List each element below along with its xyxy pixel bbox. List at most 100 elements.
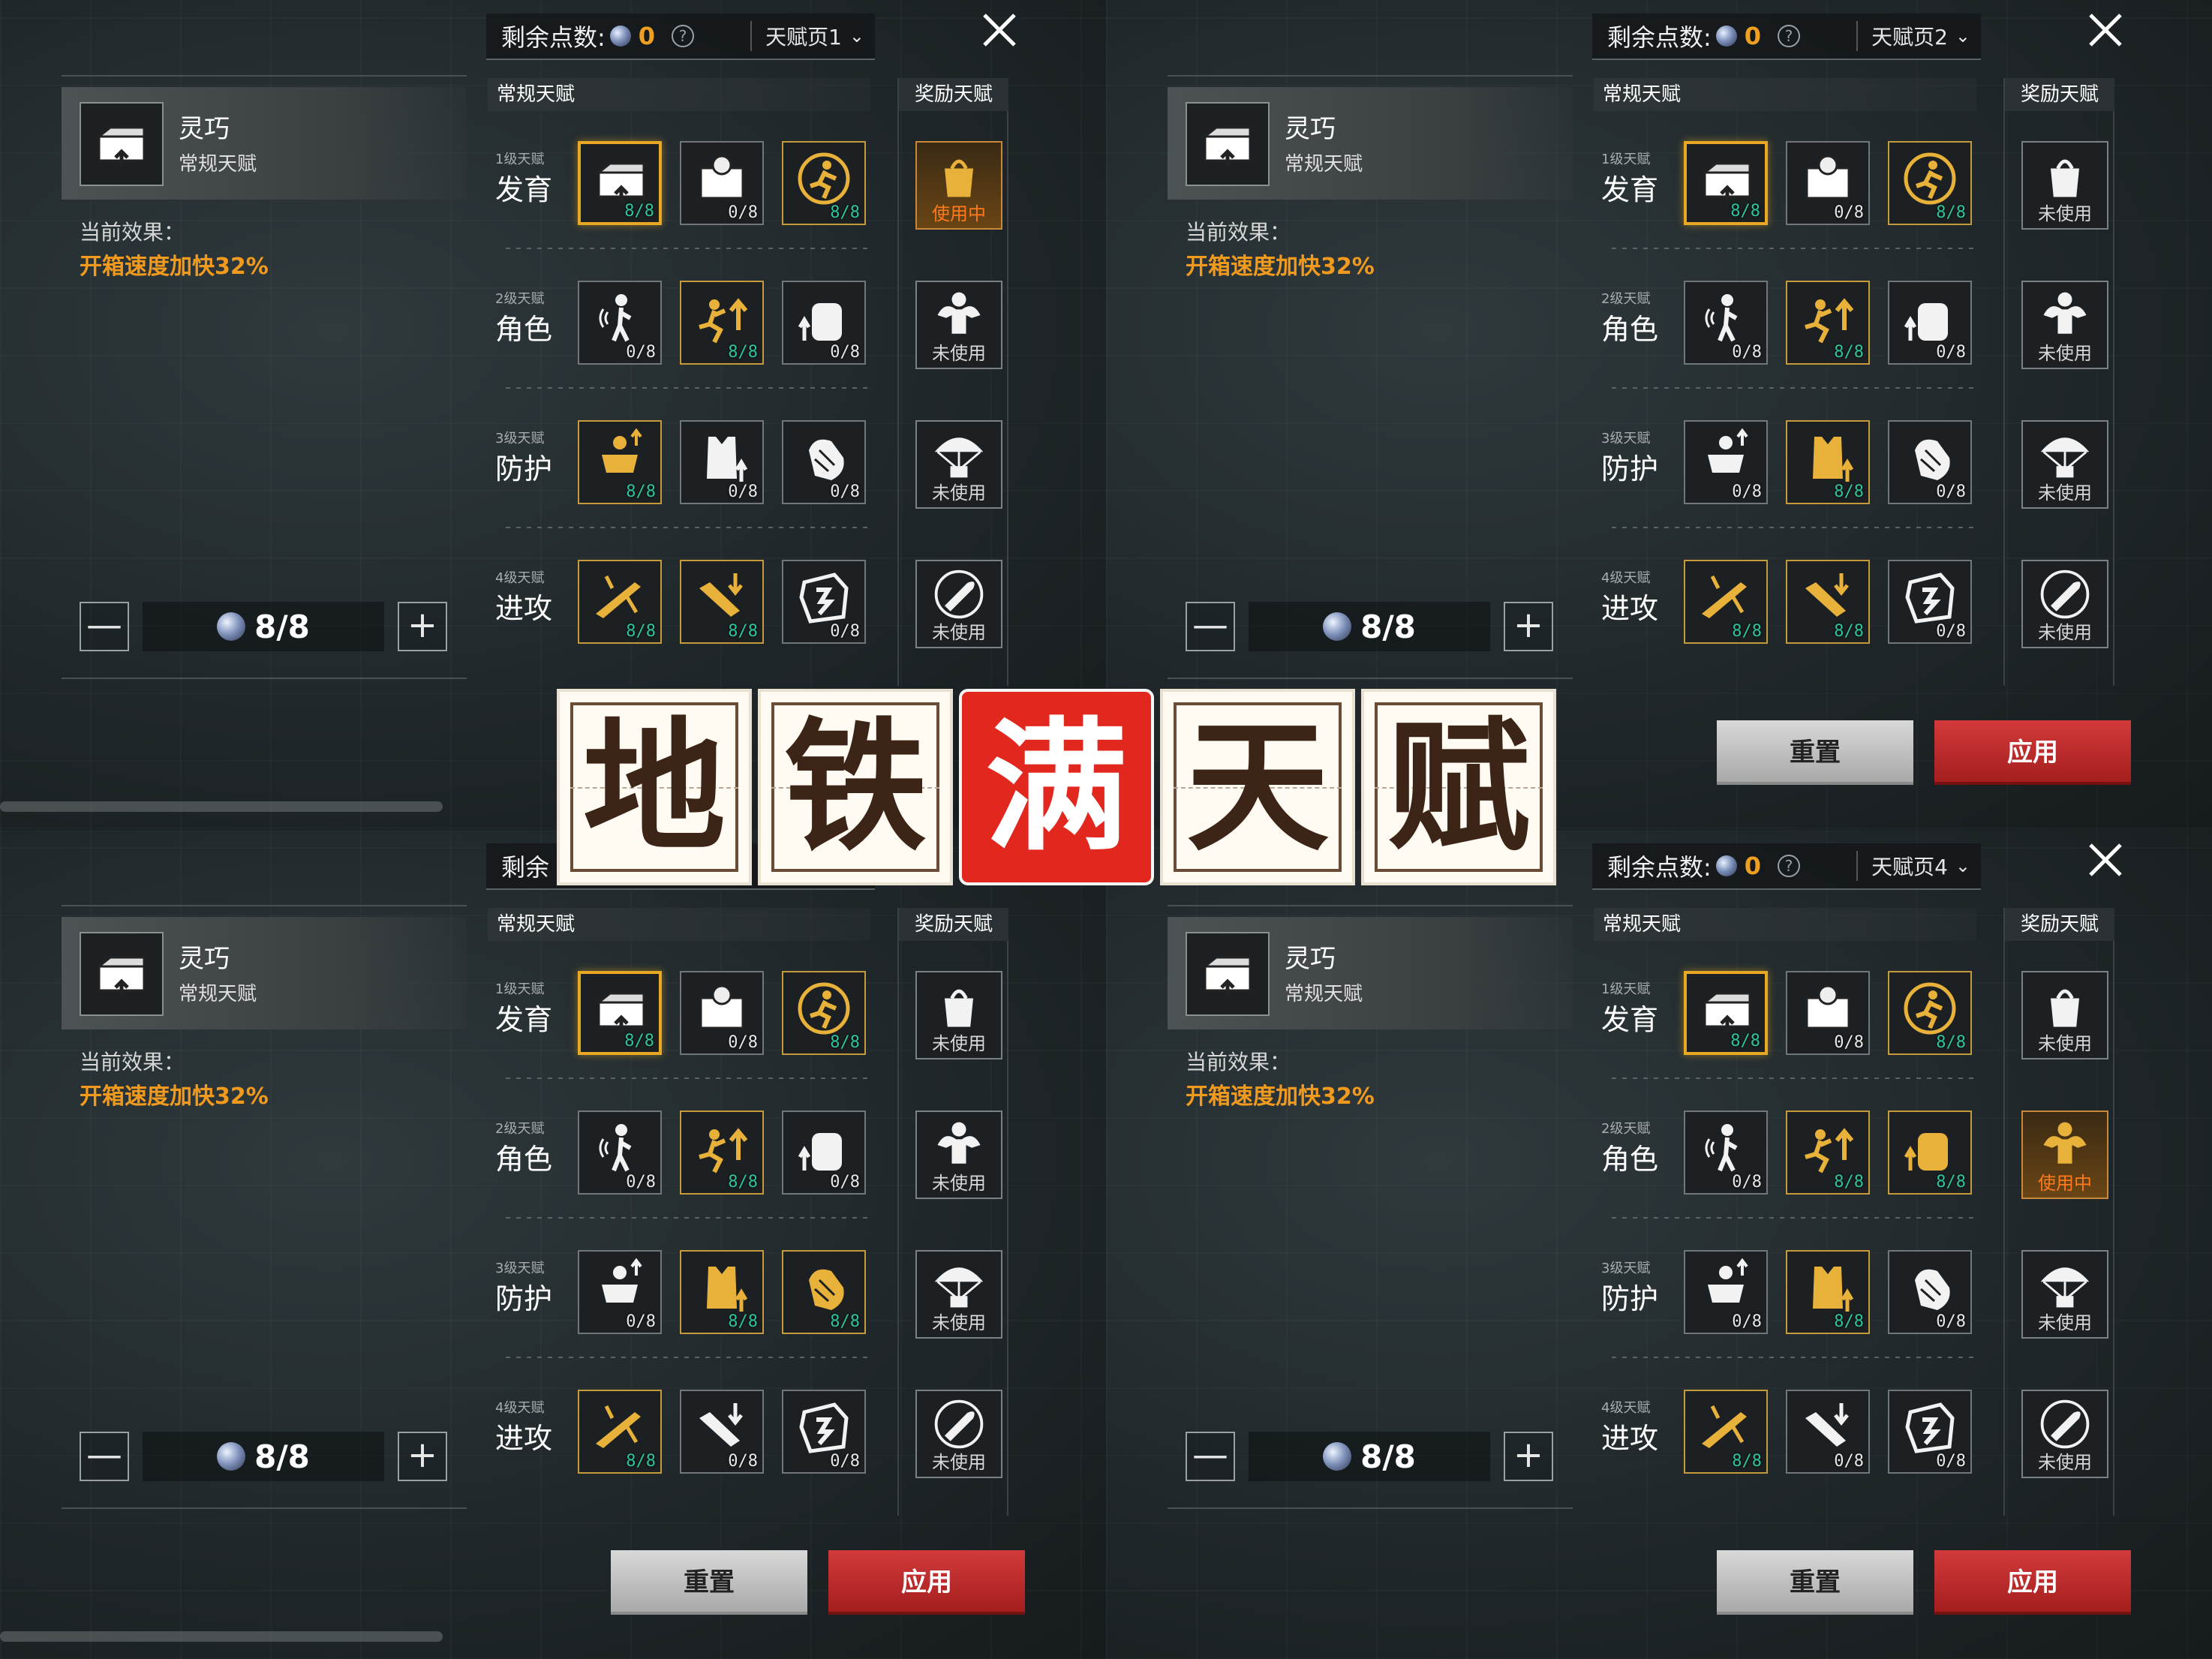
apply-button[interactable]: 应用 [1934, 720, 2131, 785]
tier-label: 1级天赋 [495, 152, 545, 167]
talent-cell[interactable]: 0/8 [1888, 420, 1972, 504]
talent-cell[interactable]: 8/8 [1786, 1111, 1870, 1195]
bonus-talent-slot[interactable]: 使用中 [915, 141, 1002, 230]
talent-cell[interactable]: 8/8 [680, 1111, 764, 1195]
talent-cell[interactable]: 0/8 [782, 281, 866, 365]
close-icon[interactable] [2086, 11, 2125, 50]
decrease-button[interactable]: — [80, 1432, 129, 1481]
talent-cell[interactable]: 0/8 [1786, 1390, 1870, 1474]
reset-button[interactable]: 重置 [611, 1550, 807, 1615]
talent-level: 0/8 [1732, 482, 1762, 501]
apply-button[interactable]: 应用 [1934, 1550, 2131, 1615]
talent-cell[interactable]: 8/8 [578, 1390, 662, 1474]
talent-cell[interactable]: 8/8 [1786, 1250, 1870, 1334]
talent-cell[interactable]: 0/8 [1888, 560, 1972, 644]
talent-cell[interactable]: 0/8 [1684, 1250, 1768, 1334]
talent-cell[interactable]: 0/8 [1786, 971, 1870, 1055]
remaining-points-value: 0 [1744, 852, 1762, 880]
bonus-talent-title: 奖励天赋 [899, 908, 1008, 941]
bonus-talent-slot[interactable]: 未使用 [915, 420, 1002, 509]
talent-cell[interactable]: 0/8 [578, 1111, 662, 1195]
bonus-talent-slot[interactable]: 未使用 [915, 1111, 1002, 1199]
apply-button[interactable]: 应用 [828, 1550, 1025, 1615]
talent-level: 8/8 [830, 1312, 860, 1331]
talent-cell[interactable]: 0/8 [1684, 281, 1768, 365]
talent-cell[interactable]: 8/8 [1786, 560, 1870, 644]
increase-button[interactable]: + [398, 1432, 447, 1481]
talent-cell[interactable]: 0/8 [782, 420, 866, 504]
talent-cell[interactable]: 8/8 [578, 420, 662, 504]
talent-cell[interactable]: 8/8 [782, 1250, 866, 1334]
talent-cell[interactable]: 0/8 [782, 1390, 866, 1474]
talent-cell[interactable]: 0/8 [1684, 420, 1768, 504]
talent-cell[interactable]: 8/8 [578, 560, 662, 644]
selected-talent-type: 常规天赋 [179, 983, 257, 1005]
reset-button[interactable]: 重置 [1717, 720, 1913, 785]
increase-button[interactable]: + [1504, 602, 1553, 651]
regular-talent-title: 常规天赋 [1594, 908, 1976, 941]
talent-cell[interactable]: 8/8 [1786, 420, 1870, 504]
talent-cell[interactable]: 8/8 [578, 141, 662, 225]
decrease-button[interactable]: — [1186, 1432, 1235, 1481]
regular-talent-grid: 常规天赋 1级天赋 发育 8/8 0/8 8/8 2级天赋 角色 0/8 8/8 0/8 3级天赋 防护… [488, 908, 878, 1516]
talent-cell[interactable]: 8/8 [1684, 1390, 1768, 1474]
bonus-talent-slot[interactable]: 未使用 [915, 281, 1002, 369]
bonus-talent-slot[interactable]: 未使用 [2021, 971, 2108, 1059]
bonus-talent-slot[interactable]: 使用中 [2021, 1111, 2108, 1199]
talent-cell[interactable]: 8/8 [782, 971, 866, 1055]
talent-cell[interactable]: 0/8 [680, 971, 764, 1055]
decrease-button[interactable]: — [1186, 602, 1235, 651]
talent-page-dropdown[interactable]: 天赋页4 ⌄ [1856, 851, 1970, 881]
talent-cell[interactable]: 0/8 [680, 141, 764, 225]
talent-cell[interactable]: 8/8 [1684, 141, 1768, 225]
talent-cell[interactable]: 0/8 [782, 1111, 866, 1195]
talent-page-dropdown[interactable]: 天赋页2 ⌄ [1856, 21, 1970, 51]
talent-cell[interactable]: 0/8 [1684, 1111, 1768, 1195]
scrollbar[interactable] [0, 801, 443, 812]
bonus-talent-slot[interactable]: 未使用 [2021, 141, 2108, 230]
bonus-talent-slot[interactable]: 未使用 [915, 971, 1002, 1059]
talent-cell[interactable]: 0/8 [578, 1250, 662, 1334]
talent-cell[interactable]: 8/8 [1888, 971, 1972, 1055]
talent-cell[interactable]: 8/8 [782, 141, 866, 225]
current-effect-value: 开箱速度加快32% [1186, 254, 1375, 280]
talent-cell[interactable]: 8/8 [680, 560, 764, 644]
close-icon[interactable] [980, 11, 1019, 50]
help-icon[interactable]: ? [1778, 25, 1801, 47]
increase-button[interactable]: + [1504, 1432, 1553, 1481]
scrollbar[interactable] [0, 1631, 443, 1642]
talent-cell[interactable]: 0/8 [1888, 1250, 1972, 1334]
help-icon[interactable]: ? [1778, 855, 1801, 877]
bonus-talent-slot[interactable]: 未使用 [2021, 560, 2108, 648]
decrease-button[interactable]: — [80, 602, 129, 651]
close-icon[interactable] [2086, 840, 2125, 879]
talent-cell[interactable]: 8/8 [1684, 560, 1768, 644]
talent-cell[interactable]: 8/8 [1684, 971, 1768, 1055]
help-icon[interactable]: ? [672, 25, 695, 47]
bonus-talent-slot[interactable]: 未使用 [915, 1390, 1002, 1478]
bonus-talent-slot[interactable]: 未使用 [915, 1250, 1002, 1339]
bonus-talent-slot[interactable]: 未使用 [2021, 1250, 2108, 1339]
talent-cell[interactable]: 8/8 [1888, 141, 1972, 225]
talent-cell[interactable]: 8/8 [1888, 1111, 1972, 1195]
talent-cell[interactable]: 8/8 [578, 971, 662, 1055]
talent-cell[interactable]: 0/8 [1888, 1390, 1972, 1474]
talent-cell[interactable]: 8/8 [680, 281, 764, 365]
talent-cell[interactable]: 0/8 [578, 281, 662, 365]
bonus-talent-slot[interactable]: 未使用 [2021, 420, 2108, 509]
bonus-talent-slot[interactable]: 未使用 [915, 560, 1002, 648]
talent-cell[interactable]: 0/8 [1888, 281, 1972, 365]
talent-cell[interactable]: 0/8 [680, 1390, 764, 1474]
talent-cell[interactable]: 0/8 [782, 560, 866, 644]
bonus-status: 未使用 [2038, 1033, 2092, 1054]
bonus-talent-slot[interactable]: 未使用 [2021, 281, 2108, 369]
bonus-talent-slot[interactable]: 未使用 [2021, 1390, 2108, 1478]
talent-page-dropdown[interactable]: 天赋页1 ⌄ [750, 21, 864, 51]
talent-cell[interactable]: 8/8 [680, 1250, 764, 1334]
talent-cell[interactable]: 8/8 [1786, 281, 1870, 365]
bonus-talent-column: 奖励天赋 未使用 未使用 未使用 未使用 [2003, 78, 2114, 686]
talent-cell[interactable]: 0/8 [680, 420, 764, 504]
reset-button[interactable]: 重置 [1717, 1550, 1913, 1615]
talent-cell[interactable]: 0/8 [1786, 141, 1870, 225]
increase-button[interactable]: + [398, 602, 447, 651]
